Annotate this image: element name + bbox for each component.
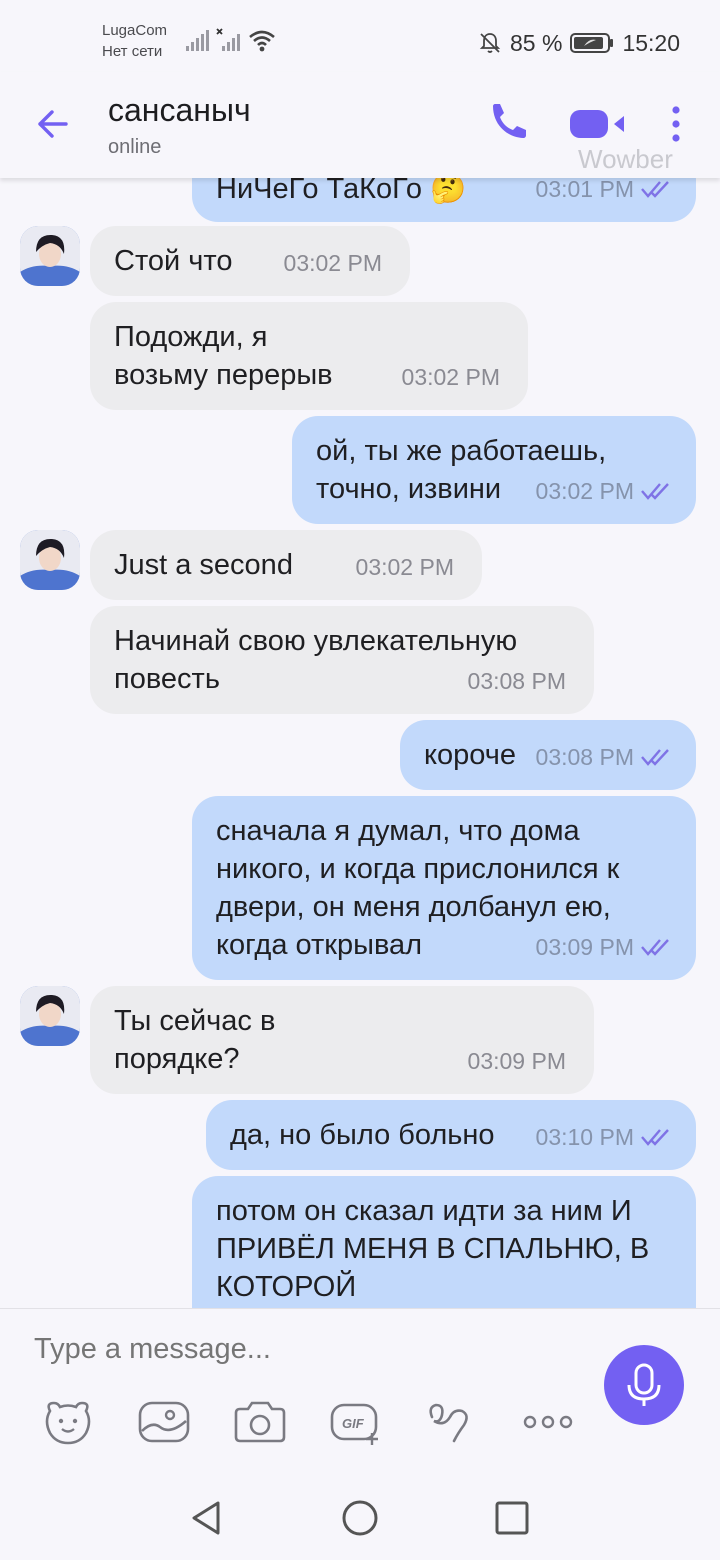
status-bar: LugaCom Нет сети 85 % 15:20 <box>0 0 720 72</box>
message-time: 03:02 PM <box>535 478 634 504</box>
read-checkmarks-icon <box>641 1129 669 1146</box>
wifi-icon <box>249 30 275 52</box>
avatar[interactable] <box>20 530 80 590</box>
nav-home-icon[interactable] <box>340 1498 380 1538</box>
contact-avatar-image <box>20 530 80 590</box>
video-call-icon[interactable] <box>568 102 630 146</box>
message-time: 03:02 PM <box>355 554 454 580</box>
avatar[interactable] <box>20 226 80 286</box>
message-time-row: 03:10 PM <box>536 1118 674 1156</box>
read-checkmarks-icon <box>641 939 669 956</box>
carrier-name: LugaCom <box>102 22 168 39</box>
message-composer: GIF <box>0 1308 720 1478</box>
message-time-row: 03:01 PM <box>536 178 674 208</box>
signal-icon <box>186 30 209 51</box>
svg-text:GIF: GIF <box>342 1416 365 1431</box>
message-incoming[interactable]: Подожди, я возьму перерыв 03:02 PM <box>90 302 528 410</box>
message-incoming[interactable]: Ты сейчас в порядке? 03:09 PM <box>90 986 594 1094</box>
back-arrow-icon[interactable] <box>32 102 76 146</box>
message-list[interactable]: НиЧеГо ТаКоГо 🤔 03:01 PM Стой что 03:02 … <box>0 178 720 1308</box>
camera-icon[interactable] <box>232 1397 288 1447</box>
battery-percent: 85 % <box>510 29 563 56</box>
gif-icon[interactable]: GIF <box>328 1397 384 1447</box>
message-time: 03:10 PM <box>535 1124 634 1150</box>
message-time: 03:08 PM <box>535 744 634 770</box>
message-text: Ты сейчас в порядке? <box>114 1005 276 1075</box>
message-text: Подожди, я возьму перерыв <box>114 321 333 391</box>
nav-recents-icon[interactable] <box>492 1498 532 1538</box>
message-incoming[interactable]: Начинай свою увлекательную повесть 03:08… <box>90 606 594 714</box>
more-options-icon[interactable] <box>664 102 688 146</box>
message-text: потом он сказал идти за ним И ПРИВЁЛ МЕН… <box>216 1195 650 1303</box>
more-icon[interactable] <box>520 1397 576 1447</box>
message-time: 03:09 PM <box>535 934 634 960</box>
network-status: Нет сети <box>102 43 163 60</box>
notifications-off-icon <box>479 33 501 53</box>
chat-header: сансаныч online Wowber <box>0 72 720 178</box>
message-incoming[interactable]: Just a second 03:02 PM <box>90 530 482 600</box>
contact-avatar-image <box>20 226 80 286</box>
message-time: 03:02 PM <box>283 250 382 276</box>
clock: 15:20 <box>622 29 680 56</box>
contact-avatar-image <box>20 986 80 1046</box>
message-time: 03:02 PM <box>401 364 500 390</box>
message-time-row: 03:08 PM <box>536 738 674 776</box>
message-outgoing[interactable]: НиЧеГо ТаКоГо 🤔 03:01 PM <box>192 178 696 222</box>
message-outgoing[interactable]: ой, ты же работаешь, точно, извини 03:02… <box>292 416 696 524</box>
image-icon[interactable] <box>136 1397 192 1447</box>
message-time-row: 03:02 PM <box>536 472 674 510</box>
message-input[interactable] <box>34 1329 574 1369</box>
message-time-row: 03:09 PM <box>536 928 674 966</box>
microphone-icon <box>627 1363 661 1406</box>
nav-back-icon[interactable] <box>186 1498 226 1538</box>
message-outgoing[interactable]: короче 03:08 PM <box>400 720 696 790</box>
message-incoming[interactable]: Стой что 03:02 PM <box>90 226 410 296</box>
contact-status: online <box>108 136 162 158</box>
read-checkmarks-icon <box>641 749 669 766</box>
battery-icon <box>570 33 614 53</box>
message-time: 03:01 PM <box>535 178 634 202</box>
carrier-info: LugaCom Нет сети <box>102 20 167 62</box>
watermark: Wowber <box>578 144 673 174</box>
phone-call-icon[interactable] <box>486 100 530 144</box>
status-right: 85 % 15:20 <box>478 28 680 58</box>
read-checkmarks-icon <box>641 483 669 500</box>
sticker-icon[interactable] <box>40 1397 96 1447</box>
message-outgoing[interactable]: да, но было больно 03:10 PM <box>206 1100 696 1170</box>
signal-no-service-icon <box>216 28 240 51</box>
avatar[interactable] <box>20 986 80 1046</box>
contact-name[interactable]: сансаныч <box>108 92 251 129</box>
screen: LugaCom Нет сети 85 % 15:20 сансаныч onl… <box>0 0 720 1560</box>
message-outgoing[interactable]: сначала я думал, что дома никого, и когд… <box>192 796 696 980</box>
voice-message-button[interactable] <box>604 1345 684 1425</box>
message-time: 03:09 PM <box>467 1048 566 1074</box>
read-checkmarks-icon <box>641 181 669 198</box>
message-time: 03:08 PM <box>467 668 566 694</box>
doodle-icon[interactable] <box>424 1397 480 1447</box>
message-outgoing[interactable]: потом он сказал идти за ним И ПРИВЁЛ МЕН… <box>192 1176 696 1308</box>
system-navigation-bar <box>0 1478 720 1560</box>
